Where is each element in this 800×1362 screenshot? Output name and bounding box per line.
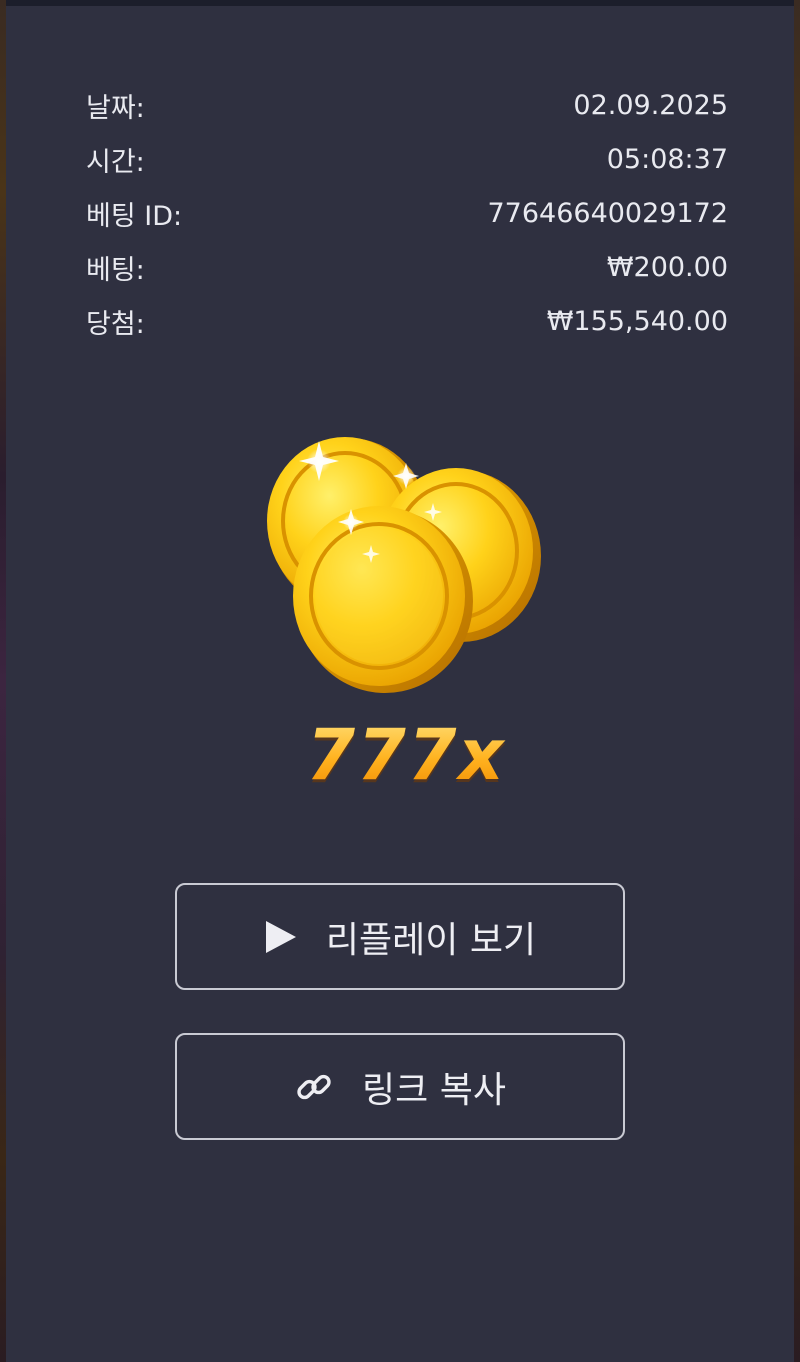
info-row-win: 당첨: ₩155,540.00 [86, 294, 728, 348]
info-row-time: 시간: 05:08:37 [86, 132, 728, 186]
win-value: ₩155,540.00 [546, 305, 728, 337]
right-edge-decoration [794, 0, 800, 1362]
time-label: 시간: [86, 146, 145, 178]
date-value: 02.09.2025 [573, 89, 728, 121]
bet-info-list: 날짜: 02.09.2025 시간: 05:08:37 베팅 ID: 77646… [86, 78, 728, 348]
bet-id-label: 베팅 ID: [86, 200, 183, 232]
link-icon [294, 1067, 334, 1107]
bet-id-value: 77646640029172 [487, 197, 729, 229]
info-row-bet-amount: 베팅: ₩200.00 [86, 240, 728, 294]
bet-amount-label: 베팅: [86, 254, 145, 286]
app-frame: 날짜: 02.09.2025 시간: 05:08:37 베팅 ID: 77646… [0, 0, 800, 1362]
play-icon [264, 919, 298, 955]
info-row-date: 날짜: 02.09.2025 [86, 78, 728, 132]
time-value: 05:08:37 [606, 143, 728, 175]
replay-button-label: 리플레이 보기 [325, 919, 537, 961]
copy-link-button-label: 링크 복사 [362, 1069, 506, 1111]
gold-coins-icon [267, 437, 541, 693]
info-row-bet-id: 베팅 ID: 77646640029172 [86, 186, 728, 240]
bet-details-panel: 날짜: 02.09.2025 시간: 05:08:37 베팅 ID: 77646… [6, 6, 794, 1362]
win-label: 당첨: [86, 308, 145, 340]
copy-link-button[interactable]: 링크 복사 [175, 1033, 625, 1140]
replay-button[interactable]: 리플레이 보기 [175, 883, 625, 990]
win-multiplier: 777x [256, 714, 556, 796]
bet-amount-value: ₩200.00 [606, 251, 728, 283]
date-label: 날짜: [86, 92, 145, 124]
